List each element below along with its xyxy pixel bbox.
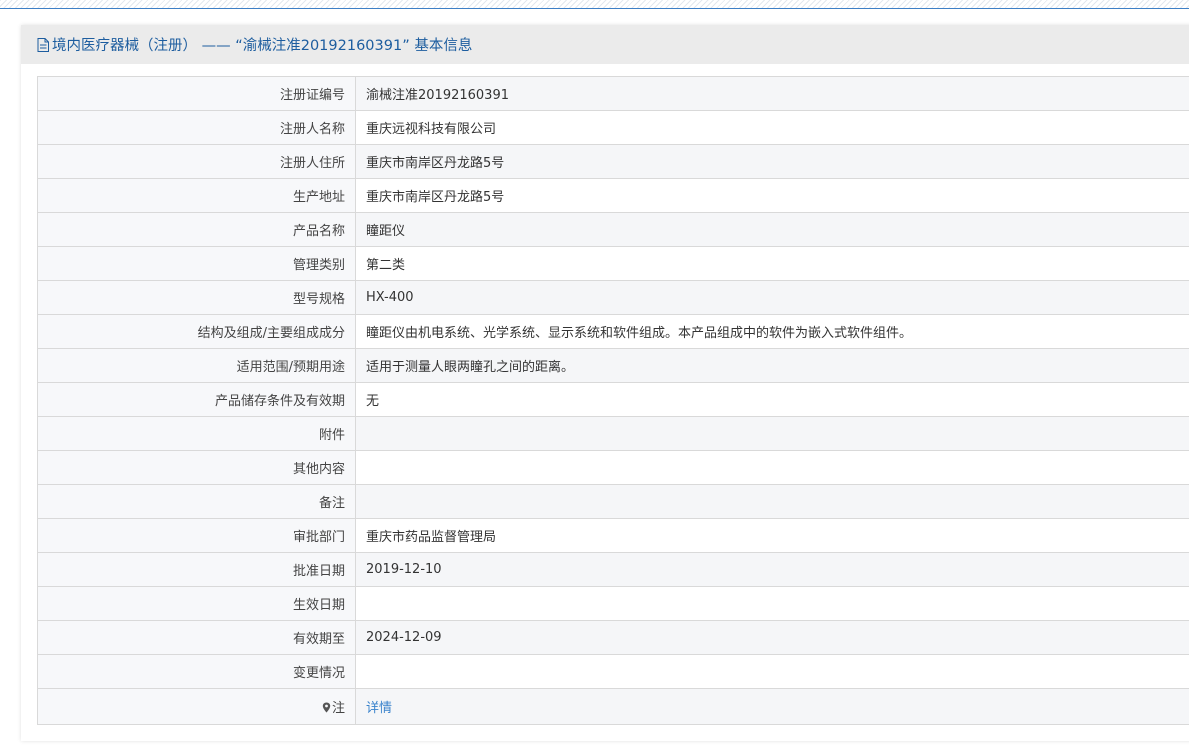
row-value: 2024-12-09 bbox=[355, 620, 1189, 655]
table-row: 生产地址 重庆市南岸区丹龙路5号 bbox=[37, 178, 1189, 213]
row-label: 变更情况 bbox=[37, 654, 356, 689]
row-value: 重庆市南岸区丹龙路5号 bbox=[355, 178, 1189, 213]
table-row: 产品名称 瞳距仪 bbox=[37, 212, 1189, 247]
table-row: 注册人住所 重庆市南岸区丹龙路5号 bbox=[37, 144, 1189, 179]
table-row: 批准日期 2019-12-10 bbox=[37, 552, 1189, 587]
row-value bbox=[355, 586, 1189, 621]
document-icon bbox=[37, 37, 49, 52]
row-label: 注册人名称 bbox=[37, 110, 356, 145]
table-row: 审批部门 重庆市药品监督管理局 bbox=[37, 518, 1189, 553]
row-value bbox=[355, 654, 1189, 689]
row-value: 重庆远视科技有限公司 bbox=[355, 110, 1189, 145]
row-label: 适用范围/预期用途 bbox=[37, 348, 356, 383]
top-decorative-stripe bbox=[0, 0, 1189, 9]
table-row: 注册证编号 渝械注准20192160391 bbox=[37, 76, 1189, 111]
table-row-note: 注 详情 bbox=[37, 688, 1189, 725]
row-label: 附件 bbox=[37, 416, 356, 451]
table-row: 生效日期 bbox=[37, 586, 1189, 621]
location-pin-icon bbox=[322, 702, 331, 713]
row-value: 渝械注准20192160391 bbox=[355, 76, 1189, 111]
row-label: 产品储存条件及有效期 bbox=[37, 382, 356, 417]
table-row: 结构及组成/主要组成成分 瞳距仪由机电系统、光学系统、显示系统和软件组成。本产品组… bbox=[37, 314, 1189, 349]
table-row: 备注 bbox=[37, 484, 1189, 519]
row-value: 重庆市南岸区丹龙路5号 bbox=[355, 144, 1189, 179]
basic-info-panel: 境内医疗器械（注册） —— “渝械注准20192160391” 基本信息 注册证… bbox=[21, 25, 1189, 741]
page-title: 境内医疗器械（注册） —— “渝械注准20192160391” 基本信息 bbox=[52, 38, 473, 54]
row-label: 备注 bbox=[37, 484, 356, 519]
row-value: 瞳距仪由机电系统、光学系统、显示系统和软件组成。本产品组成中的软件为嵌入式软件组… bbox=[355, 314, 1189, 349]
row-value: 瞳距仪 bbox=[355, 212, 1189, 247]
row-value: HX-400 bbox=[355, 280, 1189, 315]
row-label: 生效日期 bbox=[37, 586, 356, 621]
row-label-note: 注 bbox=[37, 688, 356, 725]
row-label: 注册证编号 bbox=[37, 76, 356, 111]
panel-header: 境内医疗器械（注册） —— “渝械注准20192160391” 基本信息 bbox=[21, 25, 1189, 64]
table-row: 产品储存条件及有效期无 bbox=[37, 382, 1189, 417]
table-row: 其他内容 bbox=[37, 450, 1189, 485]
row-value: 2019-12-10 bbox=[355, 552, 1189, 587]
table-row: 适用范围/预期用途 适用于测量人眼两瞳孔之间的距离。 bbox=[37, 348, 1189, 383]
row-value bbox=[355, 416, 1189, 451]
row-value: 第二类 bbox=[355, 246, 1189, 281]
row-label: 审批部门 bbox=[37, 518, 356, 553]
row-label: 结构及组成/主要组成成分 bbox=[37, 314, 356, 349]
table-row: 变更情况 bbox=[37, 654, 1189, 689]
table-row: 有效期至 2024-12-09 bbox=[37, 620, 1189, 655]
row-label: 生产地址 bbox=[37, 178, 356, 213]
row-label: 管理类别 bbox=[37, 246, 356, 281]
row-label: 其他内容 bbox=[37, 450, 356, 485]
row-value: 适用于测量人眼两瞳孔之间的距离。 bbox=[355, 348, 1189, 383]
row-value bbox=[355, 450, 1189, 485]
row-label: 注册人住所 bbox=[37, 144, 356, 179]
row-value-note: 详情 bbox=[355, 688, 1189, 725]
info-table: 注册证编号 渝械注准20192160391 注册人名称 重庆远视科技有限公司 注册人住所… bbox=[37, 76, 1189, 725]
row-value: 重庆市药品监督管理局 bbox=[355, 518, 1189, 553]
row-label: 型号规格 bbox=[37, 280, 356, 315]
row-label: 批准日期 bbox=[37, 552, 356, 587]
row-label: 产品名称 bbox=[37, 212, 356, 247]
row-value: 无 bbox=[355, 382, 1189, 417]
details-link[interactable]: 详情 bbox=[366, 701, 392, 716]
row-label: 有效期至 bbox=[37, 620, 356, 655]
note-label: 注 bbox=[331, 701, 345, 716]
table-row: 管理类别 第二类 bbox=[37, 246, 1189, 281]
table-row: 注册人名称 重庆远视科技有限公司 bbox=[37, 110, 1189, 145]
table-row: 型号规格 HX-400 bbox=[37, 280, 1189, 315]
table-row: 附件 bbox=[37, 416, 1189, 451]
row-value bbox=[355, 484, 1189, 519]
